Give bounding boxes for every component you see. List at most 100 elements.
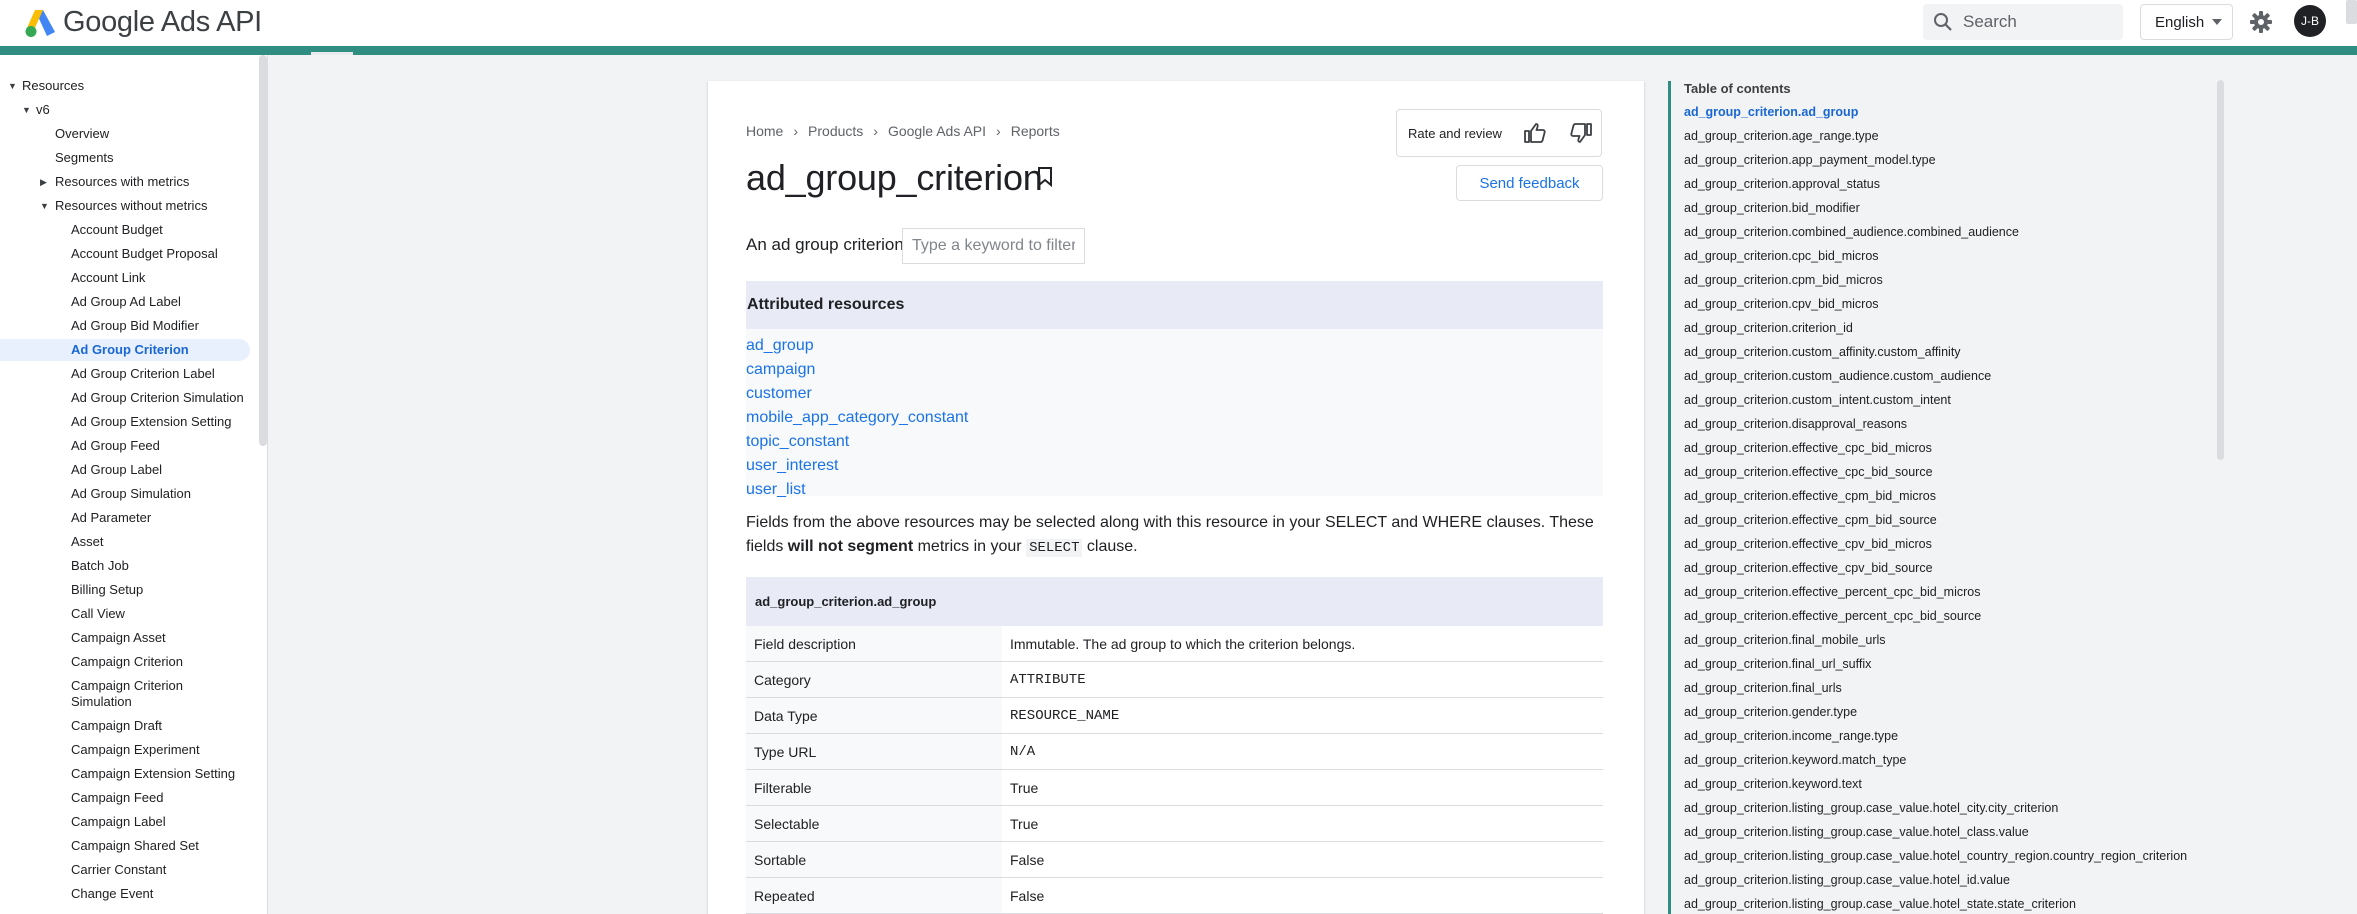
nav-item[interactable]: Batch Job	[0, 555, 250, 577]
toc-item[interactable]: ad_group_criterion.listing_group.case_va…	[1684, 825, 2029, 839]
nav-scrollbar[interactable]	[259, 55, 267, 446]
thumb-up-icon[interactable]	[1523, 121, 1547, 145]
toc-item[interactable]: ad_group_criterion.combined_audience.com…	[1684, 225, 2019, 239]
breadcrumb-products[interactable]: Products	[808, 123, 863, 139]
settings-button[interactable]	[2248, 9, 2274, 35]
toc-item[interactable]: ad_group_criterion.effective_cpm_bid_sou…	[1684, 513, 1937, 527]
nav-item[interactable]: Ad Group Feed	[0, 435, 250, 457]
nav-item[interactable]: Ad Group Label	[0, 459, 250, 481]
nav-item[interactable]: Campaign Shared Set	[0, 835, 250, 857]
attributed-resource-link[interactable]: user_interest	[746, 457, 839, 475]
toc-item[interactable]: ad_group_criterion.cpm_bid_micros	[1684, 273, 1883, 287]
nav-item[interactable]: Campaign Draft	[0, 715, 250, 737]
toc-item[interactable]: ad_group_criterion.effective_cpm_bid_mic…	[1684, 489, 1936, 503]
bookmark-icon[interactable]	[1037, 167, 1053, 187]
logo[interactable]: Google Ads API	[24, 6, 262, 39]
toc-item[interactable]: ad_group_criterion.disapproval_reasons	[1684, 417, 1907, 431]
nav-item[interactable]: Ad Group Ad Label	[0, 291, 250, 313]
toc-item[interactable]: ad_group_criterion.effective_cpc_bid_sou…	[1684, 465, 1933, 479]
toc-item[interactable]: ad_group_criterion.bid_modifier	[1684, 201, 1860, 215]
search-icon	[1934, 13, 1952, 31]
caret-down-icon[interactable]: ▼	[8, 81, 17, 91]
nav-item[interactable]: ▼ v6	[0, 99, 250, 121]
attributed-resource-link[interactable]: ad_group	[746, 337, 814, 355]
toc-item[interactable]: ad_group_criterion.listing_group.case_va…	[1684, 801, 2058, 815]
toc-item[interactable]: ad_group_criterion.effective_cpc_bid_mic…	[1684, 441, 1932, 455]
toc-item[interactable]: ad_group_criterion.listing_group.case_va…	[1684, 897, 2076, 911]
attributed-resource-link[interactable]: customer	[746, 385, 812, 403]
toc-item[interactable]: ad_group_criterion.criterion_id	[1684, 321, 1853, 335]
search-input[interactable]: Search	[1923, 4, 2123, 40]
nav-item[interactable]: Call View	[0, 603, 250, 625]
nav-item[interactable]: Campaign Experiment	[0, 739, 250, 761]
table-row: Selectable True	[746, 806, 1603, 842]
nav-item[interactable]: Change Event	[0, 883, 250, 905]
nav-item[interactable]: Ad Parameter	[0, 507, 250, 529]
nav-item[interactable]: Billing Setup	[0, 579, 250, 601]
attributed-resource-link[interactable]: user_list	[746, 481, 806, 499]
toc-item[interactable]: ad_group_criterion.custom_audience.custo…	[1684, 369, 1991, 383]
nav-item[interactable]: Segments	[0, 147, 250, 169]
nav-item[interactable]: Campaign Label	[0, 811, 250, 833]
nav-item[interactable]: ▶ Resources with metrics	[0, 171, 250, 193]
attributed-resource-link[interactable]: campaign	[746, 361, 815, 379]
toc-item[interactable]: ad_group_criterion.listing_group.case_va…	[1684, 849, 2187, 863]
toc-item[interactable]: ad_group_criterion.approval_status	[1684, 177, 1880, 191]
nav-item[interactable]: Campaign Asset	[0, 627, 250, 649]
caret-down-icon[interactable]: ▼	[22, 105, 31, 115]
nav-item[interactable]: Ad Group Criterion	[0, 339, 250, 361]
nav-item[interactable]: Campaign Criterion Simulation	[0, 675, 250, 713]
language-select[interactable]: English	[2140, 4, 2233, 40]
toc-accent-bar	[1668, 81, 1671, 914]
attributed-resource-link[interactable]: topic_constant	[746, 433, 849, 451]
toc-item[interactable]: ad_group_criterion.final_urls	[1684, 681, 1842, 695]
toc-item[interactable]: ad_group_criterion.effective_cpv_bid_sou…	[1684, 561, 1933, 575]
nav-item[interactable]: Ad Group Bid Modifier	[0, 315, 250, 337]
toc-item[interactable]: ad_group_criterion.gender.type	[1684, 705, 1857, 719]
toc-item[interactable]: ad_group_criterion.effective_percent_cpc…	[1684, 585, 1980, 599]
nav-item[interactable]: Ad Group Criterion Simulation	[0, 387, 250, 409]
toc-item[interactable]: ad_group_criterion.keyword.match_type	[1684, 753, 1906, 767]
toc-item[interactable]: ad_group_criterion.keyword.text	[1684, 777, 1862, 791]
toc-item[interactable]: ad_group_criterion.app_payment_model.typ…	[1684, 153, 1936, 167]
attributed-resource-link[interactable]: mobile_app_category_constant	[746, 409, 968, 427]
nav-item[interactable]: Ad Group Simulation	[0, 483, 250, 505]
breadcrumb-reports[interactable]: Reports	[1011, 123, 1060, 139]
nav-item[interactable]: Account Budget Proposal	[0, 243, 250, 265]
nav-item[interactable]: Ad Group Extension Setting	[0, 411, 250, 433]
nav-item[interactable]: Account Link	[0, 267, 250, 289]
toc-item[interactable]: ad_group_criterion.cpc_bid_micros	[1684, 249, 1879, 263]
caret-down-icon[interactable]: ▼	[40, 201, 49, 211]
nav-item[interactable]: ▼ Resources without metrics	[0, 195, 250, 217]
toc-item[interactable]: ad_group_criterion.final_url_suffix	[1684, 657, 1871, 671]
nav-item[interactable]: Asset	[0, 531, 250, 553]
nav-item[interactable]: Campaign Extension Setting	[0, 763, 250, 785]
breadcrumb-google-ads-api[interactable]: Google Ads API	[888, 123, 986, 139]
toc-item[interactable]: ad_group_criterion.income_range.type	[1684, 729, 1898, 743]
nav-item[interactable]: Campaign Feed	[0, 787, 250, 809]
toc-scrollbar[interactable]	[2217, 80, 2224, 460]
nav-item[interactable]: ▼ Resources	[0, 75, 250, 97]
thumb-down-icon[interactable]	[1569, 121, 1593, 145]
avatar[interactable]: J-B	[2294, 5, 2326, 37]
toc-item[interactable]: ad_group_criterion.cpv_bid_micros	[1684, 297, 1879, 311]
toc-item[interactable]: ad_group_criterion.effective_cpv_bid_mic…	[1684, 537, 1932, 551]
nav-item[interactable]: Carrier Constant	[0, 859, 250, 881]
toc-item[interactable]: ad_group_criterion.ad_group	[1684, 105, 1858, 119]
toc-item[interactable]: ad_group_criterion.age_range.type	[1684, 129, 1879, 143]
nav-item[interactable]: Ad Group Criterion Label	[0, 363, 250, 385]
toc-item[interactable]: ad_group_criterion.custom_affinity.custo…	[1684, 345, 1961, 359]
send-feedback-button[interactable]: Send feedback	[1456, 165, 1603, 201]
toc-item[interactable]: ad_group_criterion.listing_group.case_va…	[1684, 873, 2010, 887]
toc-item[interactable]: ad_group_criterion.final_mobile_urls	[1684, 633, 1886, 647]
filter-input[interactable]	[902, 228, 1085, 264]
nav-item[interactable]: Account Budget	[0, 219, 250, 241]
breadcrumb-home[interactable]: Home	[746, 123, 783, 139]
toc-item[interactable]: ad_group_criterion.effective_percent_cpc…	[1684, 609, 1981, 623]
field-value: False	[1010, 887, 1045, 904]
nav-item[interactable]: Campaign Criterion	[0, 651, 250, 673]
nav-item[interactable]: Overview	[0, 123, 250, 145]
toc-item[interactable]: ad_group_criterion.custom_intent.custom_…	[1684, 393, 1951, 407]
caret-right-icon[interactable]: ▶	[40, 177, 47, 188]
page-scrollbar-thumb[interactable]	[2346, 0, 2357, 24]
